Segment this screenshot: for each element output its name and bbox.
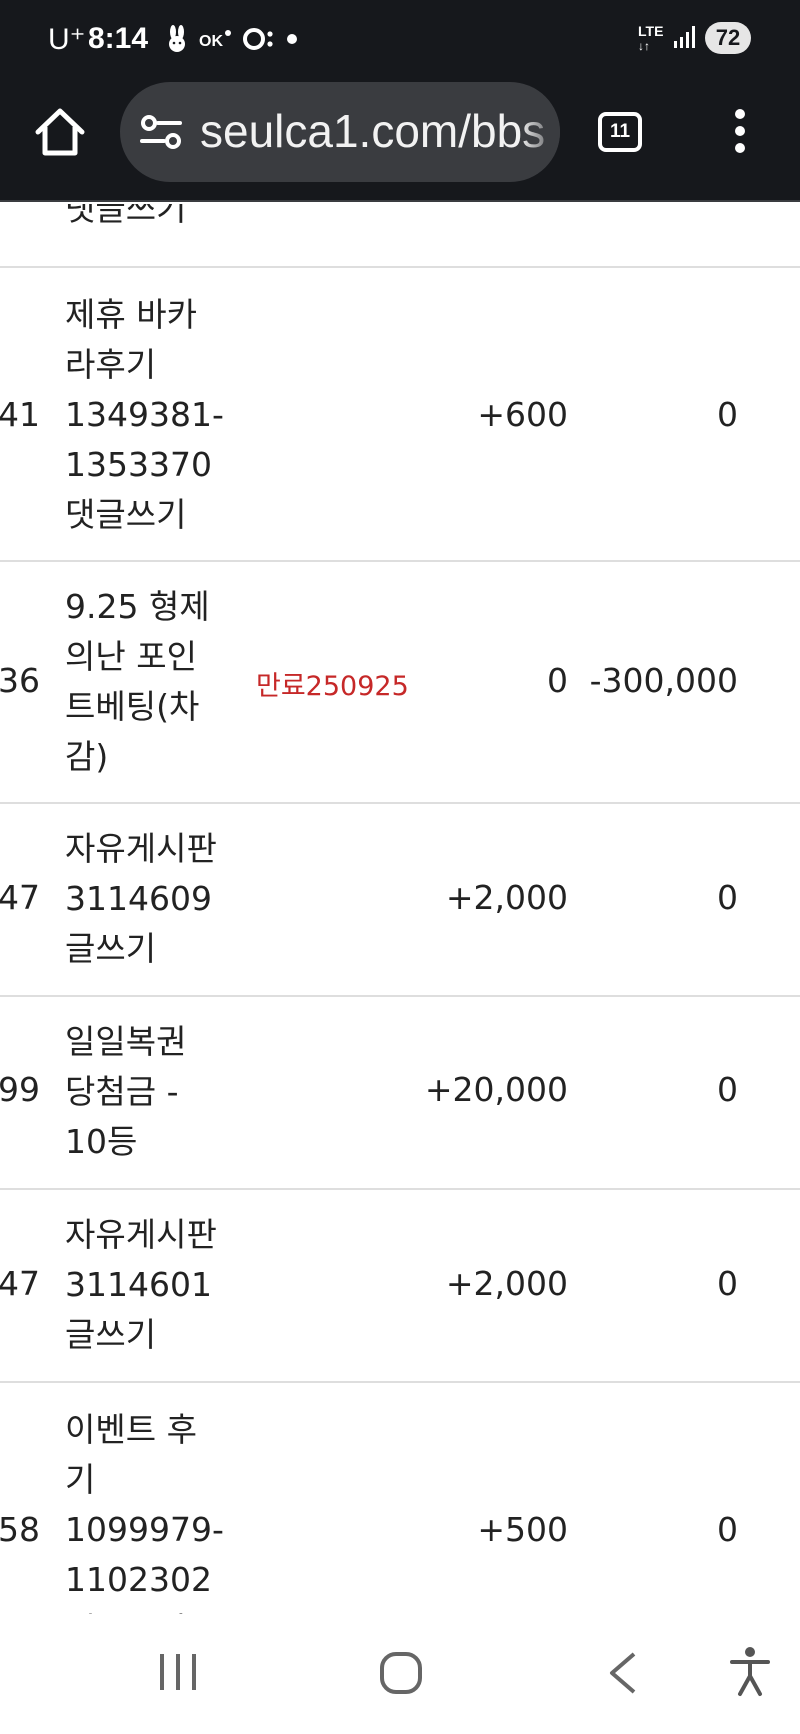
url-fade	[520, 82, 560, 182]
carrier-label: U⁺	[48, 23, 86, 56]
more-vert-icon[interactable]	[726, 106, 754, 162]
notification-icons: OK	[165, 24, 297, 54]
row-points-deducted: 0	[717, 1264, 738, 1303]
status-time: 8:14	[88, 22, 149, 55]
point-history-table: 댓글쓰기 41 제휴 바카 라후기 1349381- 1353370 댓글쓰기 …	[0, 204, 800, 1614]
row-description: 이벤트 후 기 1099979- 1102302 댓글쓰기	[65, 1410, 224, 1614]
row-description: 9.25 형제 의난 포인 트베팅(차 감)	[65, 587, 210, 776]
table-row: 36 9.25 형제 의난 포인 트베팅(차 감) 만료250925 0 -30…	[0, 562, 800, 804]
row-points-added: +500	[477, 1510, 568, 1549]
row-description: 자유게시판 3114601 글쓰기	[65, 1215, 217, 1354]
home-icon[interactable]	[30, 102, 90, 162]
recent-apps-icon[interactable]	[156, 1650, 200, 1694]
row-description: 자유게시판 3114609 글쓰기	[65, 829, 217, 968]
table-row: 댓글쓰기	[0, 204, 800, 268]
back-icon[interactable]	[606, 1650, 640, 1696]
row-points-added: +20,000	[424, 1070, 568, 1109]
home-button-icon[interactable]	[378, 1650, 424, 1696]
row-id: 47	[0, 1264, 40, 1303]
row-description: 일일복권 당첨금 - 10등	[65, 1022, 187, 1161]
row-points-deducted: 0	[717, 395, 738, 434]
battery-indicator: 72	[705, 22, 751, 54]
table-row: 47 자유게시판 3114609 글쓰기 +2,000 0	[0, 804, 800, 997]
row-points-added: +2,000	[445, 878, 568, 917]
network-type: LTE ↓↑	[638, 23, 664, 53]
row-id: 47	[0, 878, 40, 917]
row-description: 제휴 바카 라후기 1349381- 1353370 댓글쓰기	[65, 295, 224, 534]
row-points-added: +600	[477, 395, 568, 434]
address-bar[interactable]: seulca1.com/bbs	[120, 82, 560, 182]
row-points-added: +2,000	[445, 1264, 568, 1303]
row-points-deducted: 0	[717, 1070, 738, 1109]
row-points-deducted: 0	[717, 878, 738, 917]
row-id: 41	[0, 395, 40, 434]
system-navigation-bar	[0, 1614, 800, 1734]
table-row: 99 일일복권 당첨금 - 10등 +20,000 0	[0, 997, 800, 1190]
url-text[interactable]: seulca1.com/bbs	[200, 104, 545, 158]
tab-switcher-icon[interactable]: 11	[598, 112, 642, 152]
row-id: 36	[0, 661, 40, 700]
table-row: 47 자유게시판 3114601 글쓰기 +2,000 0	[0, 1190, 800, 1383]
ok-cashbag-icon: OK	[199, 30, 231, 50]
row-id: 58	[0, 1510, 40, 1549]
status-bar: U⁺ 8:14 OK LTE ↓↑ 72	[0, 0, 800, 76]
accessibility-icon[interactable]	[728, 1646, 772, 1698]
row-points-added: 0	[547, 661, 568, 700]
svg-text:OK: OK	[199, 33, 223, 50]
more-notifications-icon	[287, 34, 297, 44]
signal-icon	[674, 26, 695, 48]
row-points-deducted: 0	[717, 1510, 738, 1549]
row-description: 댓글쓰기	[65, 204, 187, 228]
app-notification-icon	[243, 28, 273, 50]
rabbit-icon	[169, 25, 185, 52]
row-points-deducted: -300,000	[589, 661, 738, 700]
tune-icon[interactable]	[140, 114, 182, 150]
browser-toolbar: seulca1.com/bbs 11	[0, 76, 800, 202]
table-row: 41 제휴 바카 라후기 1349381- 1353370 댓글쓰기 +600 …	[0, 268, 800, 562]
row-id: 99	[0, 1070, 40, 1109]
expiry-badge: 만료250925	[256, 671, 409, 702]
table-row: 58 이벤트 후 기 1099979- 1102302 댓글쓰기 +500 0	[0, 1383, 800, 1614]
